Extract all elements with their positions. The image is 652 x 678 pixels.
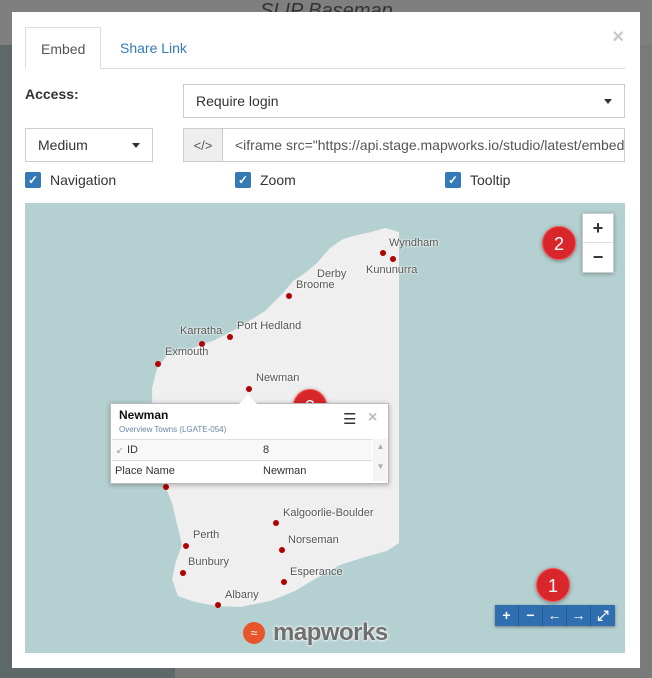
callout-badge-1: 1 — [536, 568, 570, 602]
nav-back-button[interactable]: ← — [543, 605, 567, 626]
feature-popup: Newman Overview Towns (LGATE-054) ☰ × ↙ … — [110, 395, 389, 484]
place-marker[interactable] — [180, 570, 186, 576]
mapworks-logo-icon: ≈ — [243, 622, 265, 644]
navigation-checkbox[interactable]: ✓ Navigation — [25, 172, 116, 188]
tooltip-checkbox[interactable]: ✓ Tooltip — [445, 172, 510, 188]
place-label: Norseman — [288, 534, 339, 546]
nav-zoom-out-button[interactable]: − — [519, 605, 543, 626]
background-overlay — [175, 668, 652, 678]
popup-close-icon[interactable]: × — [368, 409, 377, 427]
embed-code-input[interactable] — [223, 129, 624, 161]
embed-code-group: </> — [183, 128, 625, 162]
place-marker[interactable] — [246, 386, 252, 392]
mapworks-logo-text: mapworks — [273, 619, 388, 646]
fullscreen-button[interactable]: ⤢ — [591, 605, 615, 626]
sort-icon: ↙ — [116, 445, 124, 455]
checkbox-checked-icon: ✓ — [445, 172, 461, 188]
row-key: Place Name — [115, 465, 175, 477]
access-select-value: Require login — [196, 93, 279, 109]
row-key: ID — [127, 444, 138, 456]
code-icon: </> — [184, 129, 223, 161]
place-marker[interactable] — [155, 361, 161, 367]
place-label: Kalgoorlie-Boulder — [283, 507, 374, 519]
place-label: Esperance — [290, 566, 343, 578]
checkbox-label: Navigation — [50, 172, 117, 188]
zoom-out-button[interactable]: − — [583, 243, 613, 272]
place-label: Kununurra — [366, 264, 418, 276]
zoom-control: + − — [582, 213, 614, 273]
place-label: Albany — [225, 589, 259, 601]
tab-embed[interactable]: Embed — [25, 27, 101, 69]
place-marker[interactable] — [215, 602, 221, 608]
popup-title: Newman — [119, 408, 169, 422]
place-marker[interactable] — [227, 334, 233, 340]
popup-subtitle: Overview Towns (LGATE-054) — [119, 425, 227, 434]
access-label: Access: — [25, 86, 79, 102]
place-marker[interactable] — [281, 579, 287, 585]
checkbox-checked-icon: ✓ — [235, 172, 251, 188]
place-label: Bunbury — [188, 556, 229, 568]
place-label: Wyndham — [389, 237, 439, 249]
place-label: Newman — [256, 372, 300, 384]
place-marker[interactable] — [390, 256, 396, 262]
callout-badge-2: 2 — [542, 226, 576, 260]
checkbox-label: Tooltip — [470, 172, 511, 188]
place-marker[interactable] — [380, 250, 386, 256]
caret-down-icon — [132, 143, 140, 148]
caret-down-icon — [604, 99, 612, 104]
row-value: Newman — [263, 465, 307, 477]
size-select[interactable]: Medium — [25, 128, 153, 162]
zoom-in-button[interactable]: + — [583, 214, 613, 243]
navigation-toolbar: + − ← → ⤢ — [495, 605, 615, 626]
zoom-checkbox[interactable]: ✓ Zoom — [235, 172, 296, 188]
size-select-value: Medium — [38, 137, 88, 153]
nav-forward-button[interactable]: → — [567, 605, 591, 626]
place-marker[interactable] — [279, 547, 285, 553]
list-icon[interactable]: ☰ — [343, 410, 356, 428]
place-marker[interactable] — [183, 543, 189, 549]
nav-zoom-in-button[interactable]: + — [495, 605, 519, 626]
place-marker[interactable] — [163, 484, 169, 490]
tab-bar: Embed Share Link — [25, 27, 625, 69]
access-select[interactable]: Require login — [183, 84, 625, 118]
popup-scrollbar[interactable]: ▲ ▼ — [373, 439, 388, 481]
tab-share-link[interactable]: Share Link — [105, 27, 202, 69]
checkbox-label: Zoom — [260, 172, 296, 188]
table-row: Place Name Newman — [112, 460, 372, 481]
place-marker[interactable] — [273, 520, 279, 526]
place-label: Port Hedland — [237, 320, 302, 332]
map-preview[interactable]: Wyndham Kununurra Derby Broome Port Hedland K… — [25, 203, 625, 653]
place-marker[interactable] — [286, 293, 292, 299]
table-row: ↙ ID 8 — [112, 439, 372, 460]
place-label: Exmouth — [165, 346, 209, 358]
background-overlay — [640, 45, 652, 678]
checkbox-checked-icon: ✓ — [25, 172, 41, 188]
row-value: 8 — [263, 444, 270, 456]
place-label: Karratha — [180, 325, 223, 337]
place-label: Broome — [296, 279, 335, 291]
share-modal: × Embed Share Link Access: Require login… — [12, 12, 640, 668]
place-label: Perth — [193, 529, 220, 541]
mapworks-logo: ≈ mapworks — [243, 619, 388, 647]
